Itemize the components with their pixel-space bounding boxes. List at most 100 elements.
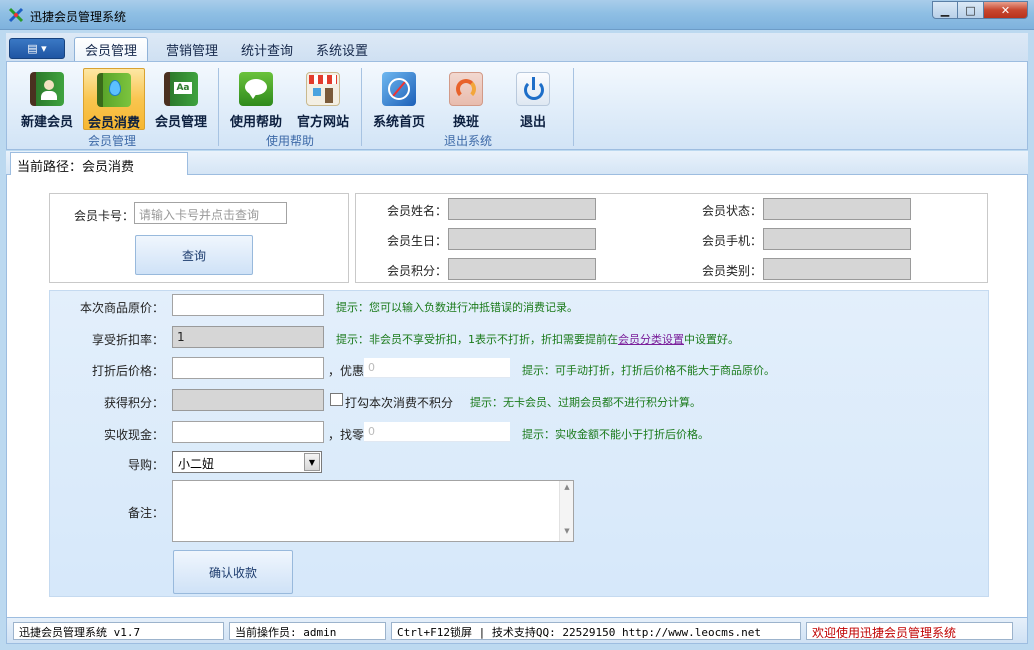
member-info-panel: 会员姓名： 会员生日： 会员积分： 会员状态： 会员手机： 会员类别： bbox=[355, 193, 988, 283]
discount-label: 享受折扣率： bbox=[92, 333, 165, 347]
scroll-down-icon[interactable]: ▼ bbox=[560, 527, 574, 539]
ribbon-tab-bar: ▤ ▾ 会员管理 营销管理 统计查询 系统设置 bbox=[6, 33, 1028, 61]
exit-button[interactable]: 退出 bbox=[502, 68, 564, 130]
app-logo-icon bbox=[8, 7, 24, 23]
member-phone-label: 会员手机： bbox=[702, 234, 763, 248]
no-points-checkbox[interactable] bbox=[330, 393, 343, 406]
earned-points-label: 获得积分： bbox=[104, 396, 165, 410]
system-home-label: 系统首页 bbox=[372, 115, 425, 130]
after-price-label: 打折后价格： bbox=[92, 364, 165, 378]
change-field: 0 bbox=[364, 422, 510, 442]
cash-input[interactable] bbox=[172, 421, 324, 443]
member-birthday-label: 会员生日： bbox=[387, 234, 448, 248]
speech-bubble-icon bbox=[239, 72, 273, 106]
group-separator bbox=[573, 68, 574, 146]
member-name-field bbox=[448, 198, 596, 220]
member-category-field bbox=[763, 258, 911, 280]
shift-change-button[interactable]: 换班 bbox=[435, 68, 497, 130]
main-content: 会员卡号： 请输入卡号并点击查询 查询 会员姓名： 会员生日： 会员积分： 会员… bbox=[6, 175, 1028, 617]
discount-hint: 提示：非会员不享受折扣，1表示不打折，折扣需要提前在会员分类设置中设置好。 bbox=[336, 331, 739, 347]
member-management-button[interactable]: Aa 会员管理 bbox=[150, 68, 212, 130]
member-points-field bbox=[448, 258, 596, 280]
group-separator bbox=[361, 68, 362, 146]
group-label-exit: 退出系统 bbox=[443, 134, 492, 148]
member-consume-button[interactable]: 会员消费 bbox=[83, 68, 145, 131]
member-birthday-field bbox=[448, 228, 596, 250]
system-home-button[interactable]: 系统首页 bbox=[368, 68, 430, 130]
status-bar: 迅捷会员管理系统 v1.7 当前操作员: admin Ctrl+F12锁屏 | … bbox=[6, 617, 1028, 644]
scroll-up-icon[interactable]: ▲ bbox=[560, 483, 574, 495]
original-price-input[interactable] bbox=[172, 294, 324, 316]
no-points-label: 打勾本次消费不积分 bbox=[345, 396, 454, 410]
group-separator bbox=[218, 68, 219, 146]
change-label: ，找零 bbox=[328, 428, 365, 442]
card-search-panel: 会员卡号： 请输入卡号并点击查询 查询 bbox=[49, 193, 349, 283]
confirm-payment-button[interactable]: 确认收款 bbox=[173, 550, 293, 594]
consumption-form: 本次商品原价： 提示：您可以输入负数进行冲抵错误的消费记录。 享受折扣率： 1 … bbox=[49, 290, 989, 597]
points-hint: 提示：无卡会员、过期会员都不进行积分计算。 bbox=[470, 396, 701, 409]
query-button[interactable]: 查询 bbox=[135, 235, 253, 275]
window-title: 迅捷会员管理系统 bbox=[30, 10, 127, 24]
chevron-down-icon[interactable]: ▼ bbox=[304, 453, 320, 471]
remark-label: 备注： bbox=[128, 506, 165, 520]
member-book-icon bbox=[30, 72, 64, 106]
new-member-label: 新建会员 bbox=[20, 115, 73, 130]
concession-label: ，优惠 bbox=[328, 364, 365, 378]
card-number-input[interactable]: 请输入卡号并点击查询 bbox=[134, 202, 287, 224]
status-support: Ctrl+F12锁屏 | 技术支持QQ: 22529150 http://www… bbox=[391, 622, 801, 640]
after-price-hint: 提示：可手动打折，打折后价格不能大于商品原价。 bbox=[522, 364, 775, 377]
status-version: 迅捷会员管理系统 v1.7 bbox=[13, 622, 224, 640]
after-price-input[interactable] bbox=[172, 357, 324, 379]
guide-label: 导购： bbox=[128, 458, 165, 472]
status-welcome: 欢迎使用迅捷会员管理系统 bbox=[806, 622, 1013, 640]
concession-field: 0 bbox=[364, 358, 510, 378]
water-drop-icon bbox=[97, 73, 131, 107]
breadcrumb-bar: 当前路径：会员消费 bbox=[6, 151, 1028, 175]
address-book-icon: Aa bbox=[164, 72, 198, 106]
member-category-settings-link[interactable]: 会员分类设置 bbox=[618, 333, 684, 346]
ribbon-panel: 新建会员 会员消费 Aa 会员管理 会员管理 使用帮助 官方网站 使用帮助 系统… bbox=[6, 61, 1028, 150]
app-menu-button[interactable]: ▤ ▾ bbox=[9, 38, 65, 59]
original-price-hint: 提示：您可以输入负数进行冲抵错误的消费记录。 bbox=[336, 301, 578, 314]
member-management-label: 会员管理 bbox=[154, 115, 207, 130]
discount-hint-text: 提示：非会员不享受折扣，1表示不打折，折扣需要提前在 bbox=[336, 333, 618, 346]
tab-statistics[interactable]: 统计查询 bbox=[231, 37, 303, 61]
original-price-label: 本次商品原价： bbox=[80, 301, 165, 315]
tab-member-management[interactable]: 会员管理 bbox=[74, 37, 149, 61]
power-icon bbox=[516, 72, 550, 106]
discount-field: 1 bbox=[172, 326, 324, 348]
status-operator: 当前操作员: admin bbox=[229, 622, 386, 640]
close-button[interactable]: ✕ bbox=[984, 1, 1028, 19]
breadcrumb[interactable]: 当前路径：会员消费 bbox=[10, 152, 188, 175]
discount-hint-tail: 中设置好。 bbox=[684, 333, 739, 346]
cash-label: 实收现金： bbox=[104, 428, 165, 442]
compass-icon bbox=[382, 72, 416, 106]
guide-select[interactable]: 小二妞 ▼ bbox=[172, 451, 322, 473]
new-member-button[interactable]: 新建会员 bbox=[16, 68, 78, 130]
card-number-label: 会员卡号： bbox=[74, 209, 135, 223]
exit-label: 退出 bbox=[519, 115, 546, 130]
shop-icon bbox=[306, 72, 340, 106]
maximize-button[interactable]: □ bbox=[958, 1, 984, 19]
tab-marketing[interactable]: 营销管理 bbox=[156, 37, 228, 61]
official-site-label: 官方网站 bbox=[296, 115, 349, 130]
guide-selected-value: 小二妞 bbox=[178, 457, 215, 471]
remark-scrollbar[interactable]: ▲ ▼ bbox=[559, 481, 573, 541]
member-status-label: 会员状态： bbox=[702, 204, 763, 218]
official-site-button[interactable]: 官方网站 bbox=[292, 68, 354, 130]
group-label-member: 会员管理 bbox=[87, 134, 136, 148]
tab-system-settings[interactable]: 系统设置 bbox=[306, 37, 378, 61]
remark-textarea[interactable]: ▲ ▼ bbox=[172, 480, 574, 542]
help-label: 使用帮助 bbox=[229, 115, 282, 130]
title-bar: 迅捷会员管理系统 ▁ □ ✕ bbox=[0, 0, 1034, 30]
group-label-help: 使用帮助 bbox=[265, 134, 314, 148]
help-button[interactable]: 使用帮助 bbox=[225, 68, 287, 130]
member-category-label: 会员类别： bbox=[702, 264, 763, 278]
window-controls: ▁ □ ✕ bbox=[932, 1, 1028, 19]
member-phone-field bbox=[763, 228, 911, 250]
member-consume-label: 会员消费 bbox=[87, 116, 140, 131]
minimize-button[interactable]: ▁ bbox=[932, 1, 958, 19]
cash-hint: 提示：实收金额不能小于打折后价格。 bbox=[522, 428, 709, 441]
earned-points-field bbox=[172, 389, 324, 411]
swap-icon bbox=[449, 72, 483, 106]
